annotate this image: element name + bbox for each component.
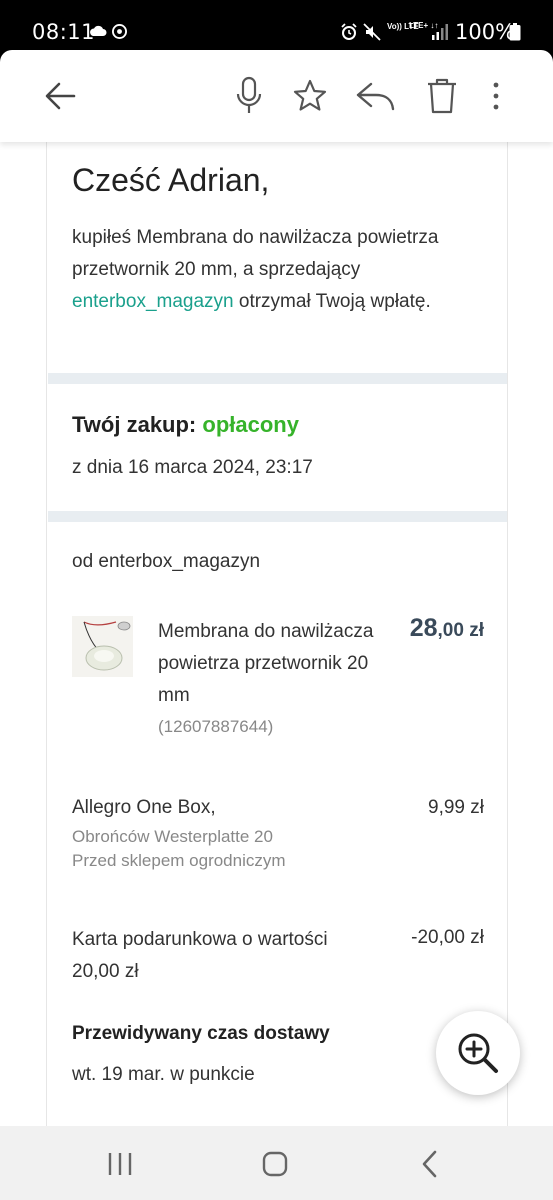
star-icon (293, 79, 327, 111)
intro-text-end: otrzymał Twoją wpłatę. (233, 291, 431, 312)
seller-line: od enterbox_magazyn (72, 551, 261, 572)
price-main: 28 (409, 614, 438, 642)
delivery-estimate: wt. 19 mar. w punkcie (72, 1064, 255, 1085)
back-icon (422, 1150, 437, 1178)
alarm-icon (341, 23, 357, 40)
zoom-button[interactable] (436, 1011, 520, 1095)
home-button[interactable] (255, 1144, 295, 1184)
status-badge: opłacony (202, 412, 299, 437)
product-price: 28,00 zł (410, 614, 484, 643)
purchase-date: z dnia 16 marca 2024, 23:17 (72, 457, 313, 478)
more-vert-icon (493, 82, 499, 110)
greeting: Cześć Adrian, (72, 162, 270, 198)
star-button[interactable] (288, 74, 332, 118)
zoom-in-icon (458, 1033, 498, 1073)
purchase-label: Twój zakup: (72, 412, 197, 437)
seller-link[interactable]: enterbox_magazyn (72, 291, 234, 312)
intro-text: kupiłeś Membrana do nawilżacza powietrza… (72, 227, 439, 280)
reply-button[interactable] (353, 74, 397, 118)
product-thumbnail[interactable] (72, 616, 133, 677)
purchase-intro: kupiłeś Membrana do nawilżacza powietrza… (72, 222, 492, 318)
email-body[interactable]: Cześć Adrian, kupiłeś Membrana do nawilż… (0, 142, 553, 1126)
purchase-status-heading: Twój zakup: opłacony (72, 412, 299, 438)
chrome-icon (112, 24, 127, 39)
shipping-method: Allegro One Box, (72, 797, 216, 818)
battery-level: 100% (455, 20, 516, 44)
system-nav-bar (0, 1126, 553, 1200)
dictate-button[interactable] (227, 74, 271, 118)
cloud-icon (90, 25, 107, 36)
membrane-product-image (72, 616, 133, 677)
email-toolbar (0, 50, 553, 142)
gift-card-label: Karta podarunkowa o wartości 20,00 zł (72, 929, 328, 982)
signal-icon (432, 24, 448, 40)
shipping-price: 9,99 zł (428, 797, 484, 818)
system-back-button[interactable] (410, 1144, 450, 1184)
battery-icon (509, 23, 521, 41)
shipping-address-note: Przed sklepem ogrodniczym (72, 851, 286, 870)
price-fraction: ,00 zł (437, 620, 484, 641)
recent-apps-icon (108, 1153, 132, 1175)
more-button[interactable] (474, 74, 518, 118)
home-icon (262, 1151, 288, 1177)
back-arrow-icon (45, 82, 76, 110)
delete-button[interactable] (420, 74, 464, 118)
delivery-heading: Przewidywany czas dostawy (72, 1023, 330, 1044)
recent-apps-button[interactable] (100, 1144, 140, 1184)
product-name-link[interactable]: Membrana do nawilżacza powietrza przetwo… (158, 616, 378, 712)
reply-icon (356, 82, 395, 111)
status-time: 08:11 (32, 20, 96, 44)
mute-icon (363, 23, 381, 41)
microphone-icon (236, 76, 262, 113)
section-divider (48, 373, 507, 384)
back-button[interactable] (38, 74, 82, 118)
product-id: (12607887644) (158, 717, 274, 736)
shipping-address: Obrońców Westerplatte 20 (72, 827, 273, 846)
trash-icon (428, 78, 456, 114)
gift-card-value: -20,00 zł (411, 927, 484, 948)
section-divider (48, 511, 507, 522)
